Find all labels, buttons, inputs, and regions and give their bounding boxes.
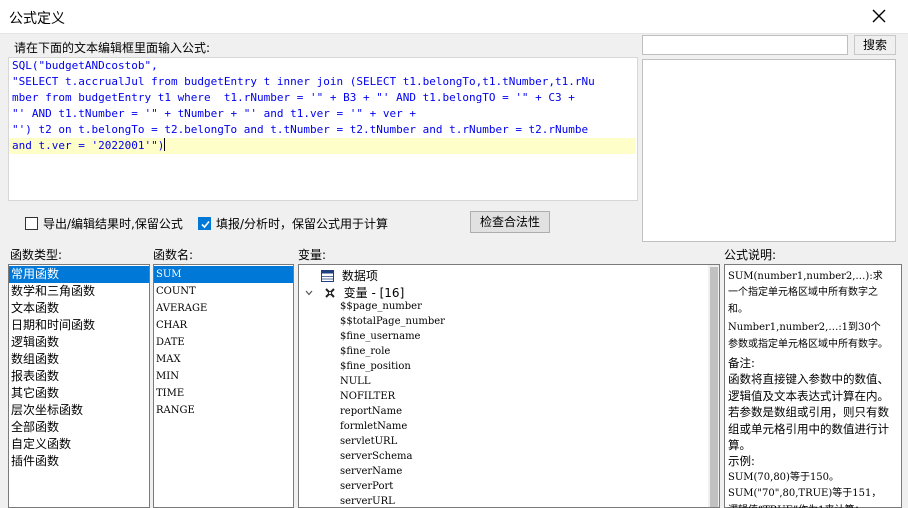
variable-item[interactable]: $fine_position bbox=[340, 361, 411, 372]
variable-item[interactable]: NULL bbox=[340, 376, 370, 387]
category-header: 函数类型: bbox=[10, 248, 63, 262]
description-paragraph: 函数将直接键入参数中的数值、逻辑值及文本表达式计算在内。若参数是数组或引用，则只… bbox=[728, 372, 889, 453]
editor-prompt: 请在下面的文本编辑框里面输入公式: bbox=[14, 41, 211, 55]
scrollbar-thumb[interactable] bbox=[710, 267, 718, 507]
category-item[interactable]: 常用函数 bbox=[9, 266, 149, 283]
description-text: SUM(number1,number2,…):求一个指定单元格区域中所有数字之和… bbox=[728, 269, 890, 508]
text-caret bbox=[164, 138, 166, 151]
dialog-title: 公式定义 bbox=[9, 11, 65, 27]
category-item[interactable]: 报表函数 bbox=[9, 368, 149, 385]
formula-code[interactable]: SQL("budgetANDcostob", "SELECT t.accrualJ… bbox=[9, 58, 637, 154]
code-line: "SELECT t.accrualJul from budgetEntry t … bbox=[12, 75, 595, 88]
function-header: 函数名: bbox=[153, 248, 194, 262]
code-line: mber from budgetEntry t1 where t1.rNumbe… bbox=[12, 91, 575, 104]
tree-node-label: 数据项 bbox=[341, 269, 378, 283]
variable-header: 变量: bbox=[298, 248, 327, 262]
variable-item[interactable]: serverSchema bbox=[340, 451, 412, 462]
variable-item[interactable]: reportName bbox=[340, 406, 402, 417]
description-paragraph: Number1,number2,…:1到30个参数或指定单元格区域中所有数字。 bbox=[728, 322, 888, 350]
category-item[interactable]: 其它函数 bbox=[9, 385, 149, 402]
function-item[interactable]: COUNT bbox=[154, 283, 293, 300]
variable-item[interactable]: $fine_username bbox=[340, 331, 420, 342]
export-keep-formula-checkbox[interactable] bbox=[25, 217, 38, 230]
fill-keep-formula-label: 填报/分析时，保留公式用于计算 bbox=[216, 217, 389, 231]
tree-node-label: 变量 - [16] bbox=[343, 286, 405, 300]
variable-scrollbar[interactable] bbox=[708, 265, 719, 507]
variable-icon bbox=[325, 288, 335, 298]
close-icon bbox=[872, 9, 886, 23]
export-keep-formula-label: 导出/编辑结果时,保留公式 bbox=[43, 217, 183, 231]
variable-item[interactable]: formletName bbox=[340, 421, 407, 432]
function-item[interactable]: AVERAGE bbox=[154, 300, 293, 317]
description-paragraph: SUM(number1,number2,…):求一个指定单元格区域中所有数字之和… bbox=[728, 271, 883, 315]
category-item[interactable]: 文本函数 bbox=[9, 300, 149, 317]
variable-item[interactable]: serverPort bbox=[340, 481, 393, 492]
checkmark-icon bbox=[201, 220, 210, 229]
variable-item[interactable]: $$page_number bbox=[340, 301, 422, 312]
description-header: 公式说明: bbox=[724, 248, 777, 262]
search-results-panel bbox=[642, 59, 896, 242]
variable-item[interactable]: NOFILTER bbox=[340, 391, 395, 402]
category-item[interactable]: 自定义函数 bbox=[9, 436, 149, 453]
description-paragraph: SUM("70",80,TRUE)等于151，逻辑值“TRUE”作为1来计算； bbox=[728, 488, 882, 508]
formula-editor[interactable]: SQL("budgetANDcostob", "SELECT t.accrualJ… bbox=[8, 57, 638, 201]
description-paragraph: 示例: bbox=[728, 454, 755, 469]
title-bar: 公式定义 bbox=[0, 0, 908, 34]
function-item[interactable]: DATE bbox=[154, 334, 293, 351]
description-paragraph: 备注: bbox=[728, 356, 755, 371]
category-item[interactable]: 数学和三角函数 bbox=[9, 283, 149, 300]
tree-node-variables[interactable]: 变量 - [16] bbox=[304, 284, 404, 301]
fill-keep-formula-checkbox[interactable] bbox=[198, 217, 211, 230]
function-item[interactable]: RANGE bbox=[154, 402, 293, 419]
function-list[interactable]: SUM COUNT AVERAGE CHAR DATE MAX MIN TIME RANGE bbox=[153, 264, 294, 508]
function-item[interactable]: MAX bbox=[154, 351, 293, 368]
variable-item[interactable]: $$totalPage_number bbox=[340, 316, 445, 327]
code-line: and t.ver = '2022001'") bbox=[9, 138, 636, 154]
function-item[interactable]: MIN bbox=[154, 368, 293, 385]
description-paragraph: SUM(70,80)等于150。 bbox=[728, 471, 840, 483]
code-line: "') t2 on t.belongTo = t2.belongTo and t… bbox=[12, 123, 589, 136]
tree-node-data-items[interactable]: 数据项 bbox=[321, 267, 378, 284]
variable-item[interactable]: serverName bbox=[340, 466, 402, 477]
function-item[interactable]: SUM bbox=[154, 266, 293, 283]
check-validity-button[interactable]: 检查合法性 bbox=[470, 211, 550, 233]
category-item[interactable]: 日期和时间函数 bbox=[9, 317, 149, 334]
variable-tree[interactable]: 数据项 变量 - [16] $$page_number $$totalPage_n… bbox=[298, 264, 720, 508]
table-icon bbox=[321, 270, 334, 282]
formula-definition-dialog: 公式定义 请在下面的文本编辑框里面输入公式: SQL("budgetANDcos… bbox=[0, 0, 908, 508]
chevron-down-icon[interactable] bbox=[304, 288, 314, 298]
function-item[interactable]: TIME bbox=[154, 385, 293, 402]
variable-item[interactable]: $fine_role bbox=[340, 346, 390, 357]
category-item[interactable]: 逻辑函数 bbox=[9, 334, 149, 351]
category-list[interactable]: 常用函数 数学和三角函数 文本函数 日期和时间函数 逻辑函数 数组函数 报表函数 其它函数 层次… bbox=[8, 264, 150, 508]
function-item[interactable]: CHAR bbox=[154, 317, 293, 334]
category-item[interactable]: 插件函数 bbox=[9, 453, 149, 470]
variable-item[interactable]: servletURL bbox=[340, 436, 397, 447]
category-item[interactable]: 全部函数 bbox=[9, 419, 149, 436]
code-line: SQL("budgetANDcostob", bbox=[12, 59, 158, 72]
variable-item[interactable]: serverURL bbox=[340, 496, 395, 507]
category-item[interactable]: 层次坐标函数 bbox=[9, 402, 149, 419]
search-input[interactable] bbox=[642, 35, 848, 55]
category-item[interactable]: 数组函数 bbox=[9, 351, 149, 368]
search-button[interactable]: 搜索 bbox=[854, 35, 896, 55]
close-button[interactable] bbox=[866, 5, 892, 29]
code-line: "' AND t1.tNumber = '" + tNumber + "' an… bbox=[12, 107, 416, 120]
